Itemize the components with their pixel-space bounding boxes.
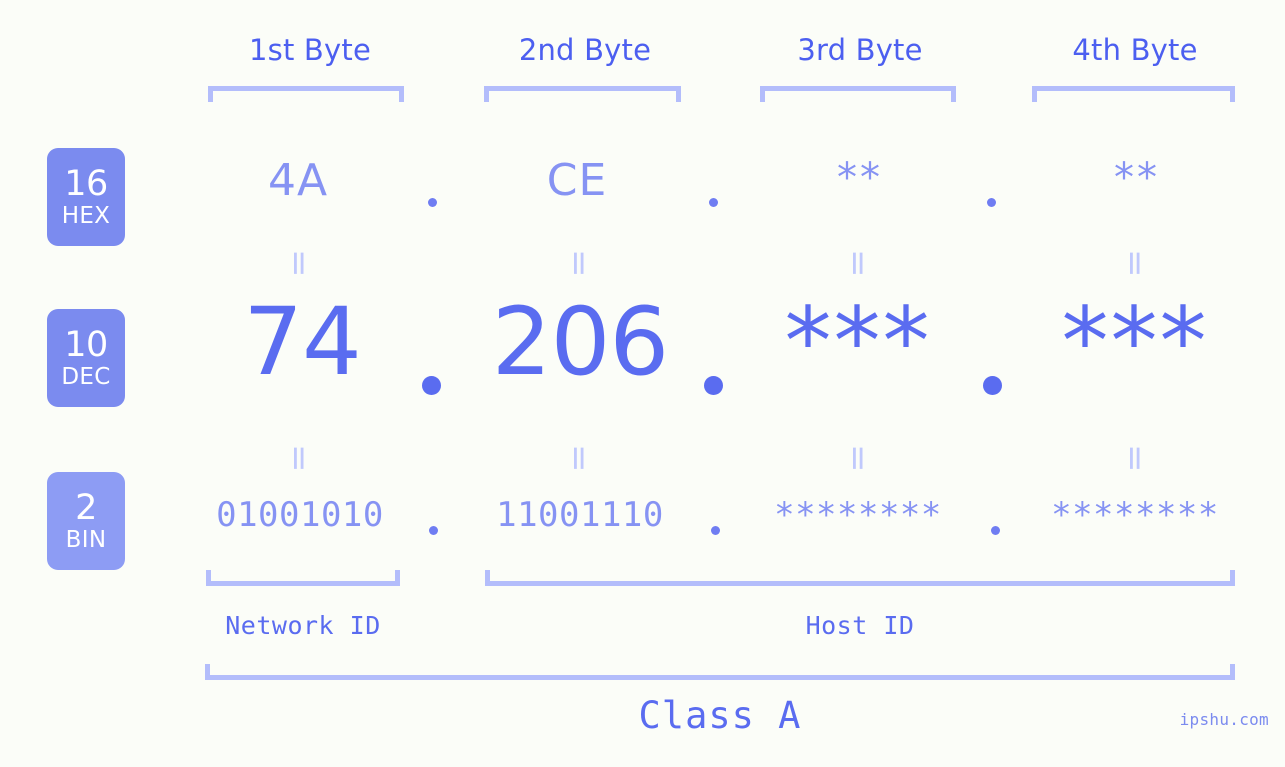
- bin-dot-separator-3: [991, 526, 1000, 535]
- dec-byte-4: ***: [1061, 288, 1209, 397]
- dec-dot-separator-1: [422, 376, 441, 395]
- equals-dec-bin-3: =: [838, 444, 878, 473]
- base-badge-hex-name: HEX: [61, 202, 111, 229]
- base-badge-dec: 10 DEC: [47, 309, 125, 407]
- equals-hex-dec-2: =: [559, 249, 599, 278]
- dec-byte-2: 206: [491, 288, 669, 397]
- hex-byte-2: CE: [546, 155, 608, 206]
- equals-dec-bin-1: =: [279, 444, 319, 473]
- equals-hex-dec-1: =: [279, 249, 319, 278]
- dec-dot-separator-2: [704, 376, 723, 395]
- bin-dot-separator-2: [711, 526, 720, 535]
- dec-byte-1: 74: [243, 288, 362, 397]
- bin-byte-1: 01001010: [216, 495, 384, 535]
- byte-header-4: 4th Byte: [1072, 33, 1198, 67]
- byte-bracket-top-2: [484, 86, 681, 102]
- hex-dot-separator-2: [709, 198, 718, 207]
- hex-byte-3: **: [837, 155, 883, 201]
- equals-dec-bin-2: =: [559, 444, 599, 473]
- bin-byte-2: 11001110: [496, 495, 664, 535]
- bin-dot-separator-1: [429, 526, 438, 535]
- equals-dec-bin-4: =: [1115, 444, 1155, 473]
- byte-bracket-top-3: [760, 86, 956, 102]
- network-id-label: Network ID: [225, 611, 381, 640]
- base-badge-dec-number: 10: [64, 324, 108, 365]
- network-id-bracket: [206, 570, 400, 586]
- class-bracket: [205, 664, 1235, 680]
- base-badge-bin-name: BIN: [65, 526, 107, 553]
- hex-dot-separator-1: [428, 198, 437, 207]
- byte-bracket-top-4: [1032, 86, 1235, 102]
- base-badge-dec-name: DEC: [61, 363, 111, 390]
- hex-dot-separator-3: [987, 198, 996, 207]
- class-label: Class A: [638, 694, 802, 737]
- dec-byte-3: ***: [784, 288, 932, 397]
- equals-hex-dec-4: =: [1115, 249, 1155, 278]
- host-id-bracket: [485, 570, 1235, 586]
- host-id-label: Host ID: [805, 611, 915, 640]
- bin-byte-3: ********: [774, 495, 942, 535]
- hex-byte-4: **: [1114, 155, 1160, 201]
- byte-header-2: 2nd Byte: [518, 33, 652, 67]
- base-badge-hex: 16 HEX: [47, 148, 125, 246]
- ip-breakdown-diagram: 1st Byte 2nd Byte 3rd Byte 4th Byte 16 H…: [0, 0, 1285, 767]
- bin-byte-4: ********: [1051, 495, 1219, 535]
- byte-header-3: 3rd Byte: [797, 33, 923, 67]
- equals-hex-dec-3: =: [838, 249, 878, 278]
- base-badge-bin: 2 BIN: [47, 472, 125, 570]
- dec-dot-separator-3: [983, 376, 1002, 395]
- site-watermark: ipshu.com: [1179, 710, 1269, 729]
- byte-header-1: 1st Byte: [248, 33, 372, 67]
- base-badge-bin-number: 2: [75, 487, 97, 528]
- hex-byte-1: 4A: [267, 155, 329, 206]
- base-badge-hex-number: 16: [64, 163, 108, 204]
- byte-bracket-top-1: [208, 86, 404, 102]
